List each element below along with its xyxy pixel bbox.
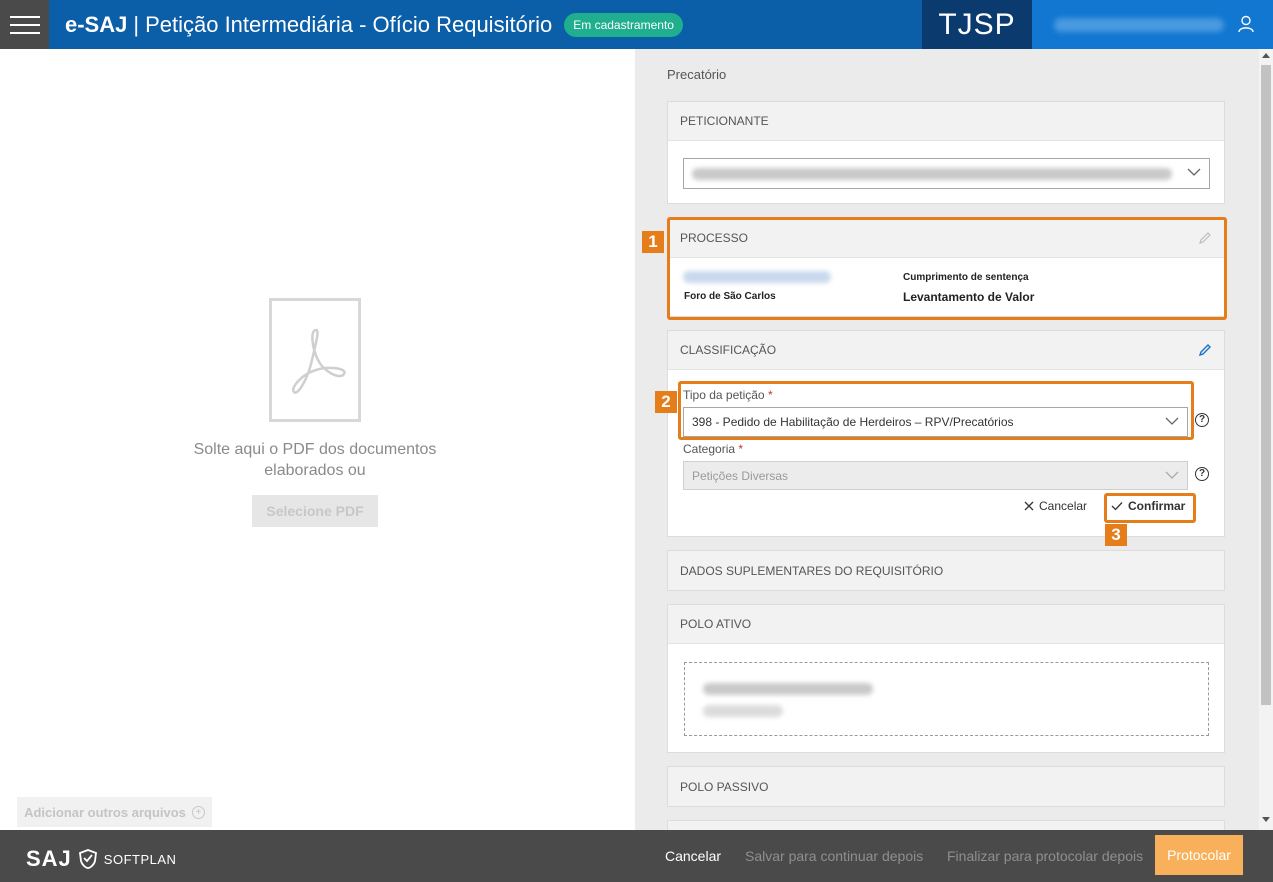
close-icon [1024, 501, 1034, 511]
protocolar-button[interactable]: Protocolar [1155, 835, 1243, 875]
pdf-drop-area[interactable]: Solte aqui o PDF dos documentos elaborad… [0, 49, 635, 830]
court-logo: TJSP [922, 0, 1032, 49]
polo-passivo-card[interactable]: POLO PASSIVO [667, 766, 1225, 807]
cancel-classification-button[interactable]: Cancelar [1024, 499, 1087, 513]
scroll-up-icon[interactable] [1262, 53, 1270, 58]
scroll-down-icon[interactable] [1262, 817, 1270, 822]
categoria-value: Petições Diversas [692, 468, 789, 483]
required-mark: * [738, 442, 744, 456]
softplan-shield-icon [78, 849, 97, 869]
polo-ativo-card: POLO ATIVO [667, 604, 1225, 753]
add-files-button[interactable]: Adicionar outros arquivos + [17, 797, 212, 827]
scrollbar-thumb[interactable] [1261, 65, 1271, 705]
annotation-number: 3 [1105, 524, 1127, 546]
categoria-select[interactable]: Petições Diversas [683, 461, 1188, 490]
finalize-later-button[interactable]: Finalizar para protocolar depois [947, 830, 1143, 882]
polo-passivo-header[interactable]: POLO PASSIVO [668, 767, 1224, 806]
chevron-down-icon [1165, 471, 1179, 479]
party-info-redacted [703, 705, 783, 717]
next-card [667, 820, 1225, 830]
party-name-redacted [703, 683, 873, 695]
dados-suplementares-card[interactable]: DADOS SUPLEMENTARES DO REQUISITÓRIO [667, 550, 1225, 591]
highlight-processo [667, 217, 1227, 320]
page-title: Petição Intermediária - Ofício Requisitó… [145, 11, 553, 37]
title-separator: | [133, 11, 140, 37]
cancel-label: Cancelar [1039, 499, 1088, 513]
peticionante-card: PETICIONANTE [667, 101, 1225, 204]
add-files-label: Adicionar outros arquivos [24, 804, 186, 820]
hamburger-icon[interactable] [0, 0, 49, 49]
peticionante-value-redacted [692, 167, 1172, 180]
drop-instructions: Solte aqui o PDF dos documentos elaborad… [193, 441, 437, 479]
polo-ativo-header: POLO ATIVO [668, 605, 1224, 644]
user-icon[interactable] [1237, 15, 1255, 33]
annotation-number: 2 [655, 391, 677, 413]
save-later-button[interactable]: Salvar para continuar depois [745, 830, 923, 882]
logo-softplan: SOFTPLAN [103, 851, 177, 867]
select-pdf-button[interactable]: Selecione PDF [252, 495, 378, 527]
user-name-redacted [1054, 17, 1224, 32]
annotation-number: 1 [642, 231, 664, 253]
status-badge: Em cadastramento [564, 12, 683, 37]
plus-circle-icon: + [191, 805, 205, 819]
categoria-label: Categoria * [683, 442, 743, 456]
peticionante-header: PETICIONANTE [668, 102, 1224, 141]
acrobat-pdf-icon [269, 298, 361, 422]
brand-name: e-SAJ [65, 11, 128, 37]
highlight-confirm [1104, 493, 1196, 523]
categoria-label-text: Categoria [683, 442, 736, 456]
scrollbar[interactable] [1259, 49, 1273, 830]
app-title: e-SAJ | Petição Intermediária - Ofício R… [65, 12, 683, 38]
chevron-down-icon [1187, 168, 1201, 176]
help-icon[interactable]: ? [1195, 413, 1209, 427]
polo-ativo-party-box[interactable] [684, 662, 1209, 736]
classificacao-header: CLASSIFICAÇÃO [668, 331, 1224, 370]
peticionante-select[interactable] [683, 158, 1210, 189]
next-card-header [668, 821, 1224, 830]
dados-suplementares-header[interactable]: DADOS SUPLEMENTARES DO REQUISITÓRIO [668, 551, 1224, 590]
section-title: Precatório [667, 67, 727, 82]
footer-bar: SAJ SOFTPLAN Cancelar Salvar para contin… [0, 830, 1273, 882]
logo-saj: SAJ [26, 846, 72, 871]
user-menu[interactable] [1032, 0, 1273, 49]
highlight-tipo-peticao [678, 381, 1194, 440]
saj-softplan-logo: SAJ SOFTPLAN [26, 846, 176, 872]
help-icon[interactable]: ? [1195, 467, 1209, 481]
edit-pencil-icon[interactable] [1198, 343, 1212, 357]
footer-cancel-button[interactable]: Cancelar [665, 830, 721, 882]
